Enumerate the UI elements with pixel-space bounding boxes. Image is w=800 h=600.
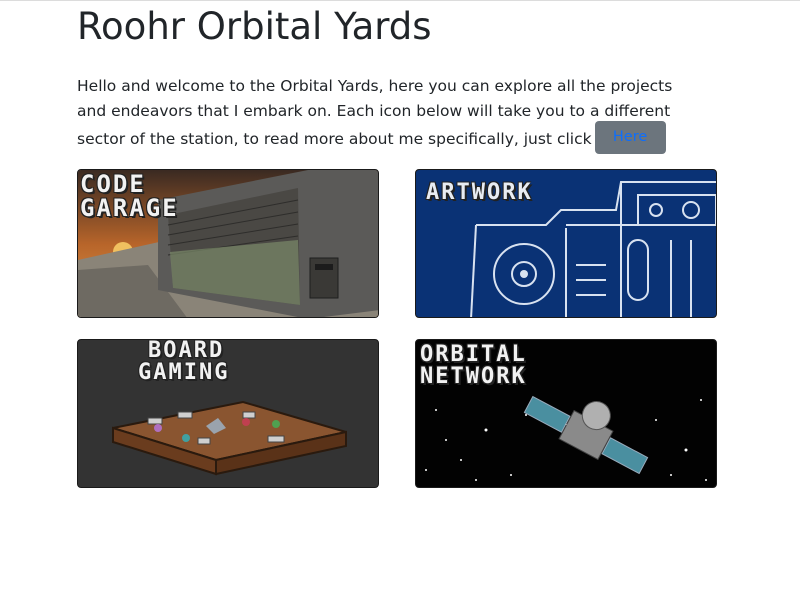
top-border <box>0 0 800 1</box>
intro-line-3-text: sector of the station, to read more abou… <box>77 130 592 148</box>
tile-code-garage[interactable]: CODE GARAGE <box>77 169 379 318</box>
tile-board-label-line2: GAMING <box>138 360 230 385</box>
tile-board-label-line1: BOARD <box>148 339 225 363</box>
tile-orbital-network[interactable]: ORBITAL NETWORK <box>415 339 717 488</box>
page-title: Roohr Orbital Yards <box>77 5 432 48</box>
intro-line-3: sector of the station, to read more abou… <box>77 121 727 156</box>
tile-artwork[interactable]: ARTWORK <box>415 169 717 318</box>
tile-code-label-line1: CODE <box>80 170 146 198</box>
tile-orbit-label-line1: ORBITAL <box>420 342 527 367</box>
tile-art-label: ARTWORK <box>426 180 533 205</box>
tile-code-label-line2: GARAGE <box>80 194 179 222</box>
intro-paragraph: Hello and welcome to the Orbital Yards, … <box>77 74 727 156</box>
here-button[interactable]: Here <box>594 121 666 154</box>
tile-orbit-label-line2: NETWORK <box>420 364 527 389</box>
intro-line-1: Hello and welcome to the Orbital Yards, … <box>77 77 673 95</box>
tile-board-gaming[interactable]: BOARD GAMING <box>77 339 379 488</box>
intro-line-2: and endeavors that I embark on. Each ico… <box>77 101 671 120</box>
